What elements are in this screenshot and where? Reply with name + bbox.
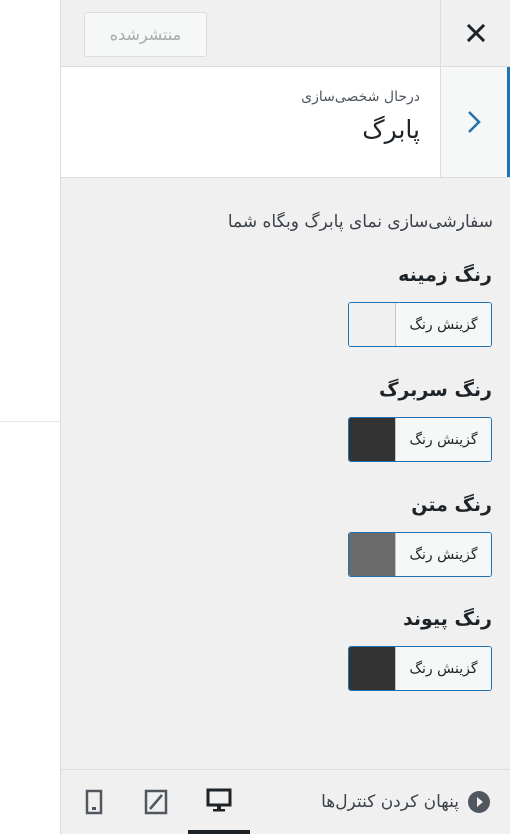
control-label: رنگ زمینه	[398, 264, 492, 286]
control-link-color: رنگ پیوند گزینش رنگ	[192, 608, 492, 691]
customizer-footer: پنهان کردن کنترل‌ها	[61, 769, 510, 834]
hide-controls-button[interactable]: پنهان کردن کنترل‌ها	[321, 790, 491, 814]
back-button[interactable]	[440, 67, 510, 177]
control-header-color: رنگ سربرگ گزینش رنگ	[192, 379, 492, 462]
color-swatch	[349, 647, 395, 690]
section-header: درحال شخصی‌سازی پابرگ	[61, 67, 510, 178]
control-label: رنگ سربرگ	[378, 379, 492, 401]
close-button[interactable]	[440, 0, 510, 66]
color-swatch	[349, 418, 395, 461]
publish-button[interactable]: منتشرشده	[84, 12, 207, 57]
control-label: رنگ متن	[411, 494, 492, 516]
preview-divider	[0, 421, 61, 422]
desktop-icon	[206, 788, 232, 812]
section-meta: درحال شخصی‌سازی پابرگ	[301, 89, 420, 144]
section-subtitle: درحال شخصی‌سازی	[301, 89, 420, 105]
mobile-icon	[85, 789, 103, 815]
tablet-icon	[144, 789, 168, 815]
color-picker-button[interactable]: گزینش رنگ	[348, 417, 492, 462]
color-swatch	[349, 533, 395, 576]
color-picker-button[interactable]: گزینش رنگ	[348, 302, 492, 347]
color-picker-label: گزینش رنگ	[395, 418, 491, 461]
device-mobile-button[interactable]	[63, 770, 125, 834]
color-picker-label: گزینش رنگ	[395, 533, 491, 576]
color-picker-label: گزینش رنگ	[395, 303, 491, 346]
control-label: رنگ پیوند	[402, 608, 492, 630]
control-text-color: رنگ متن گزینش رنگ	[192, 494, 492, 577]
device-desktop-button[interactable]	[188, 770, 250, 834]
section-title: پابرگ	[362, 115, 420, 144]
play-circle-icon	[468, 791, 490, 813]
customizer-panel: منتشرشده درحال شخصی‌سازی پابرگ سفارشی‌سا…	[60, 0, 510, 834]
close-icon	[466, 23, 486, 43]
color-picker-button[interactable]: گزینش رنگ	[348, 532, 492, 577]
section-description: سفارشی‌سازی نمای پابرگ وبگاه شما	[227, 212, 493, 232]
control-background-color: رنگ زمینه گزینش رنگ	[192, 264, 492, 347]
color-picker-label: گزینش رنگ	[395, 647, 491, 690]
chevron-right-icon	[468, 111, 481, 133]
color-picker-button[interactable]: گزینش رنگ	[348, 646, 492, 691]
device-tablet-button[interactable]	[125, 770, 187, 834]
color-swatch	[349, 303, 395, 346]
hide-controls-label: پنهان کردن کنترل‌ها	[321, 792, 459, 812]
customizer-topbar: منتشرشده	[61, 0, 510, 67]
